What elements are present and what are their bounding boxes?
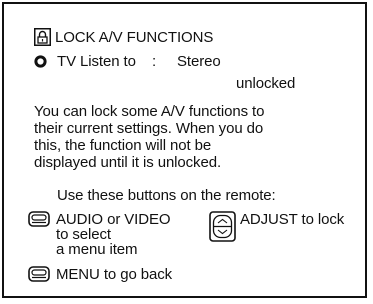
adjust-hint: ADJUST to lock xyxy=(240,211,345,228)
page-title: LOCK A/V FUNCTIONS xyxy=(55,29,214,46)
description-line: their current settings. When you do xyxy=(34,120,264,137)
description-line: displayed until it is unlocked. xyxy=(34,154,222,171)
menu-item-separator: : xyxy=(152,53,157,70)
lock-status: unlocked xyxy=(236,75,296,92)
description-line: You can lock some A/V functions to xyxy=(34,103,265,120)
adjust-button-icon xyxy=(209,211,236,242)
menu-hint: MENU to go back xyxy=(56,266,173,283)
description-line: this, the function will not be xyxy=(34,137,212,154)
menu-item-label: TV Listen to xyxy=(57,53,136,70)
remote-heading: Use these buttons on the remote: xyxy=(57,187,276,204)
remote-button-icon xyxy=(28,266,50,282)
remote-button-icon xyxy=(28,211,50,227)
audio-video-hint-line: a menu item xyxy=(56,241,138,258)
menu-item-value: Stereo xyxy=(177,53,221,70)
lock-icon xyxy=(34,28,51,46)
radio-selected-icon xyxy=(34,55,47,68)
